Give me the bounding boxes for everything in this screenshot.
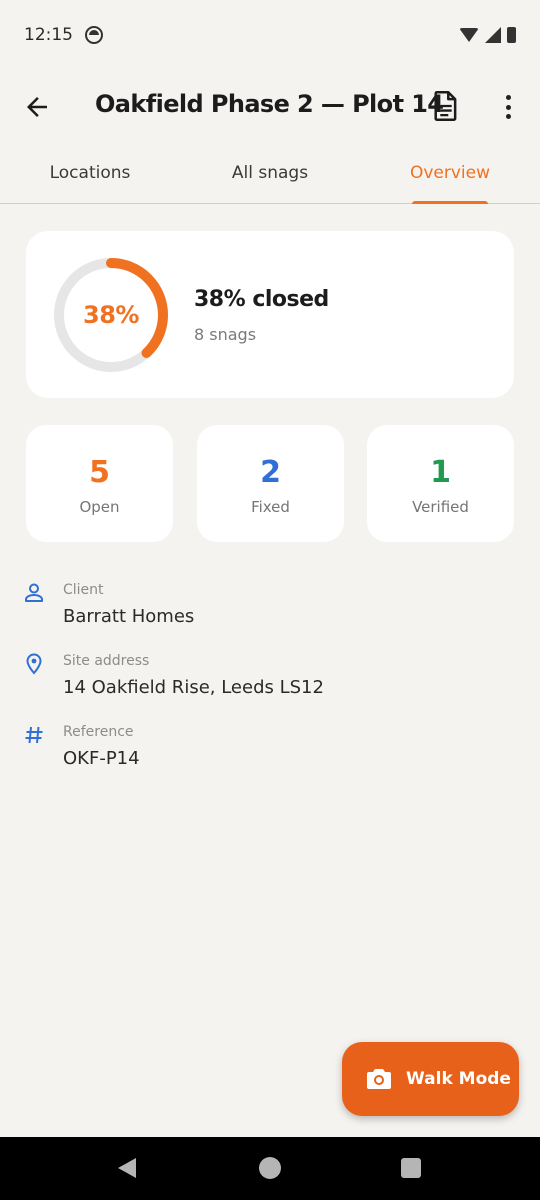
system-nav-bar	[0, 1137, 540, 1200]
person-icon	[25, 583, 43, 602]
page-title: Oakfield Phase 2 — Plot 14	[95, 90, 444, 118]
detail-site-address: Site address 14 Oakfield Rise, Leeds LS1…	[24, 653, 494, 703]
more-vert-icon	[505, 95, 511, 100]
camera-icon	[367, 1069, 391, 1089]
status-bar: 12:15	[0, 0, 540, 70]
more-vert-dot	[505, 114, 511, 119]
stat-card-open[interactable]: 5 Open	[26, 425, 173, 542]
nav-back-icon[interactable]	[118, 1158, 136, 1178]
stat-value: 2	[260, 455, 281, 490]
stat-value: 5	[89, 455, 110, 490]
tab-locations[interactable]: Locations	[0, 150, 180, 203]
notification-app-icon	[85, 26, 103, 44]
progress-percent: 38%	[83, 301, 139, 329]
battery-icon	[507, 27, 516, 43]
arrow-back-icon	[27, 97, 47, 117]
progress-card: 38% 38% closed 8 snags	[26, 231, 514, 398]
stat-card-fixed[interactable]: 2 Fixed	[197, 425, 344, 542]
more-vert-dot	[505, 104, 511, 110]
detail-value: Barratt Homes	[63, 606, 195, 627]
hash-icon	[25, 726, 43, 744]
detail-value: OKF-P14	[63, 748, 140, 769]
report-button[interactable]	[432, 90, 460, 122]
tab-all-snags[interactable]: All snags	[180, 150, 360, 203]
document-icon	[434, 91, 457, 121]
location-pin-icon	[26, 653, 42, 675]
snag-count: 8 snags	[194, 325, 257, 344]
detail-label: Reference	[63, 724, 134, 740]
nav-recents-icon[interactable]	[401, 1158, 421, 1178]
walk-mode-label: Walk Mode	[406, 1069, 511, 1089]
stat-card-verified[interactable]: 1 Verified	[367, 425, 514, 542]
more-options-button[interactable]	[498, 92, 518, 122]
nav-home-icon[interactable]	[259, 1157, 281, 1179]
tab-bar: Locations All snags Overview	[0, 150, 540, 204]
back-button[interactable]	[22, 92, 52, 122]
tab-overview[interactable]: Overview	[360, 150, 540, 203]
wifi-icon	[459, 28, 479, 42]
status-time: 12:15	[24, 25, 73, 45]
status-icons	[459, 27, 516, 43]
detail-reference: Reference OKF-P14	[24, 724, 494, 774]
detail-client: Client Barratt Homes	[24, 582, 494, 632]
detail-label: Client	[63, 582, 104, 598]
stat-label: Verified	[412, 498, 469, 516]
walk-mode-button[interactable]: Walk Mode	[342, 1042, 519, 1116]
progress-title: 38% closed	[194, 287, 329, 312]
stat-value: 1	[430, 455, 451, 490]
app-bar: Oakfield Phase 2 — Plot 14	[0, 70, 540, 142]
detail-value: 14 Oakfield Rise, Leeds LS12	[63, 677, 324, 698]
stat-label: Fixed	[251, 498, 290, 516]
detail-label: Site address	[63, 653, 150, 669]
stat-label: Open	[79, 498, 120, 516]
signal-icon	[485, 27, 501, 43]
